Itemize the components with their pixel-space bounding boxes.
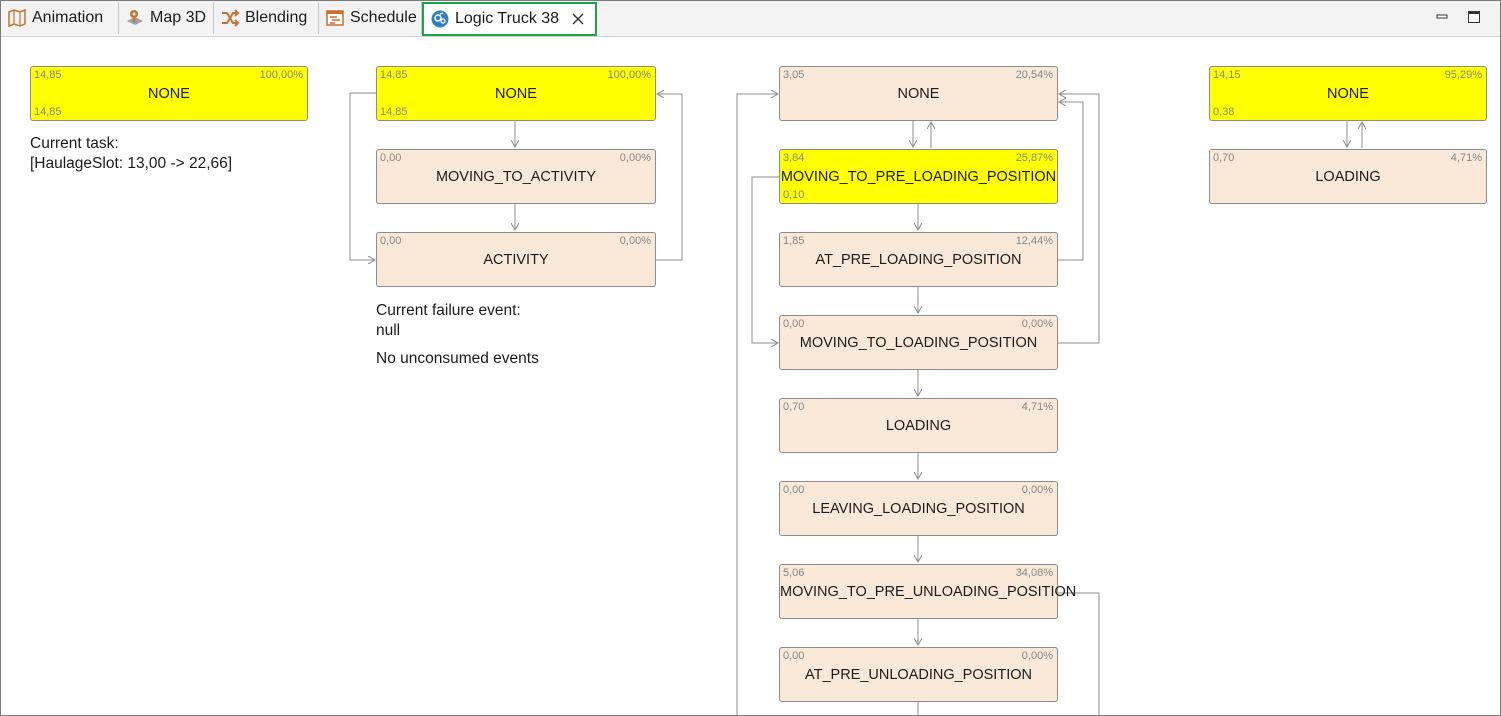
tab-label: Map 3D: [150, 9, 207, 26]
map-icon: [7, 8, 27, 28]
logic-icon: [430, 9, 450, 29]
node-label: MOVING_TO_PRE_UNLOADING_POSITION: [780, 583, 1077, 600]
node-percent: 4,71%: [1021, 401, 1053, 413]
node-time: 0,00: [783, 318, 805, 330]
tab-schedule[interactable]: Schedule: [319, 2, 422, 34]
node-label: AT_PRE_UNLOADING_POSITION: [805, 666, 1032, 683]
state-node-moving-to-activity[interactable]: 0,00 0,00% MOVING_TO_ACTIVITY: [376, 149, 656, 204]
node-current-time: 0,38: [1213, 106, 1235, 118]
node-time: 14,15: [1213, 69, 1241, 81]
node-label: LOADING: [1315, 168, 1381, 185]
node-percent: 12,44%: [1015, 235, 1053, 247]
node-time: 14,85: [34, 69, 62, 81]
tab-bar: Animation Map 3D Blending Schedule Logic…: [1, 1, 1500, 37]
node-time: 0,00: [783, 650, 805, 662]
tab-label: Logic Truck 38: [455, 10, 560, 27]
node-label: MOVING_TO_LOADING_POSITION: [799, 334, 1038, 351]
state-node-none[interactable]: 3,05 20,54% NONE: [779, 66, 1058, 121]
node-percent: 0,00%: [619, 235, 651, 247]
node-time: 3,05: [783, 69, 805, 81]
state-node-moving-to-pre-unloading-position[interactable]: 5,06 34,08% MOVING_TO_PRE_UNLOADING_POSI…: [779, 564, 1077, 619]
tab-blending[interactable]: Blending: [214, 2, 319, 34]
node-time: 14,85: [380, 69, 408, 81]
state-node-none[interactable]: 14,15 95,29% 0,38 NONE: [1209, 66, 1487, 121]
node-percent: 34,08%: [1015, 567, 1053, 579]
state-node-loading[interactable]: 0,70 4,71% LOADING: [1209, 149, 1487, 204]
tab-map-3d[interactable]: Map 3D: [119, 2, 214, 34]
node-time: 3,84: [783, 152, 805, 164]
logic-diagram: 14,85 100,00% 14,85 NONE Current task: […: [1, 37, 1500, 715]
close-icon[interactable]: [571, 12, 585, 26]
node-label: LEAVING_LOADING_POSITION: [812, 500, 1025, 517]
node-label: AT_PRE_LOADING_POSITION: [815, 251, 1022, 268]
unconsumed-events: No unconsumed events: [376, 350, 539, 367]
editor-frame: Animation Map 3D Blending Schedule Logic…: [0, 0, 1501, 716]
minimize-icon[interactable]: [1434, 9, 1450, 25]
shuffle-icon: [220, 8, 240, 28]
state-node-activity[interactable]: 0,00 0,00% ACTIVITY: [376, 232, 656, 287]
current-task-label: Current task:: [30, 135, 119, 152]
node-percent: 20,54%: [1015, 69, 1053, 81]
state-node-at-pre-unloading-position[interactable]: 0,00 0,00% AT_PRE_UNLOADING_POSITION: [779, 647, 1058, 702]
state-node-none[interactable]: 14,85 100,00% 14,85 NONE: [30, 66, 308, 121]
tab-label: Animation: [32, 9, 104, 26]
node-percent: 100,00%: [607, 69, 651, 81]
state-node-moving-to-loading-position[interactable]: 0,00 0,00% MOVING_TO_LOADING_POSITION: [779, 315, 1058, 370]
node-label: NONE: [148, 85, 190, 102]
node-time: 0,00: [380, 152, 402, 164]
node-label: NONE: [897, 85, 940, 102]
node-current-time: 14,85: [380, 106, 408, 118]
current-task-value: [HaulageSlot: 13,00 -> 22,66]: [30, 155, 233, 172]
node-percent: 95,29%: [1444, 69, 1482, 81]
node-percent: 0,00%: [1021, 650, 1053, 662]
node-percent: 0,00%: [1021, 484, 1053, 496]
state-node-moving-to-pre-loading-position[interactable]: 3,84 25,87% 0,10 MOVING_TO_PRE_LOADING_P…: [779, 149, 1058, 204]
tab-logic-truck-38[interactable]: Logic Truck 38: [422, 2, 597, 36]
transition-edges: [349, 37, 1500, 715]
state-node-leaving-loading-position[interactable]: 0,00 0,00% LEAVING_LOADING_POSITION: [779, 481, 1058, 536]
schedule-icon: [325, 8, 345, 28]
node-percent: 4,71%: [1450, 152, 1482, 164]
state-node-none[interactable]: 14,85 100,00% 14,85 NONE: [376, 66, 656, 121]
tab-animation[interactable]: Animation: [1, 2, 119, 34]
tab-label: Schedule: [350, 9, 417, 26]
node-current-time: 14,85: [34, 106, 62, 118]
state-node-at-pre-loading-position[interactable]: 1,85 12,44% AT_PRE_LOADING_POSITION: [779, 232, 1058, 287]
node-percent: 0,00%: [619, 152, 651, 164]
node-label: MOVING_TO_ACTIVITY: [435, 168, 597, 185]
node-current-time: 0,10: [783, 189, 805, 201]
node-time: 0,00: [783, 484, 805, 496]
node-label: NONE: [495, 85, 537, 102]
map-3d-icon: [125, 8, 145, 28]
node-time: 0,00: [380, 235, 402, 247]
node-time: 1,85: [783, 235, 805, 247]
node-time: 0,70: [783, 401, 805, 413]
state-node-loading[interactable]: 0,70 4,71% LOADING: [779, 398, 1058, 453]
node-time: 0,70: [1213, 152, 1235, 164]
node-label: NONE: [1327, 85, 1369, 102]
node-percent: 0,00%: [1021, 318, 1053, 330]
node-label: LOADING: [885, 417, 952, 434]
node-label: ACTIVITY: [483, 251, 549, 268]
maximize-icon[interactable]: [1466, 9, 1482, 25]
node-label: MOVING_TO_PRE_LOADING_POSITION: [780, 168, 1057, 185]
failure-event-label: Current failure event:: [376, 302, 521, 319]
tab-label: Blending: [245, 9, 308, 26]
node-percent: 25,87%: [1015, 152, 1053, 164]
node-time: 5,06: [783, 567, 805, 579]
node-percent: 100,00%: [259, 69, 303, 81]
failure-event-value: null: [376, 322, 401, 339]
